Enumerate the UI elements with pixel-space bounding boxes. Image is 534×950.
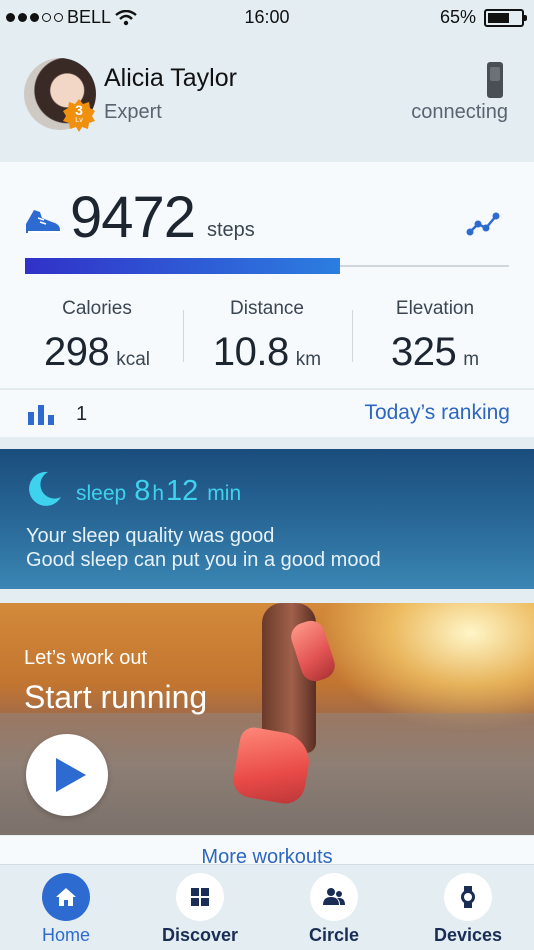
- elevation-stat: Elevation 325 m: [360, 298, 510, 375]
- bar-chart-icon: [28, 405, 54, 425]
- tab-discover[interactable]: Discover: [150, 873, 250, 946]
- status-bar: BELL 16:00 65%: [0, 0, 534, 36]
- tab-label: Home: [41, 925, 90, 945]
- trend-chart-icon[interactable]: [466, 212, 500, 236]
- divider: [352, 310, 353, 362]
- level-badge: 3 Lv: [62, 98, 96, 132]
- stat-label: Elevation: [395, 298, 475, 319]
- tab-home[interactable]: Home: [16, 873, 116, 946]
- watch-icon: [461, 886, 475, 908]
- steps-value: 9472: [70, 185, 196, 250]
- sleep-mood-text: Good sleep can put you in a good mood: [26, 549, 381, 571]
- stat-label: Calories: [62, 298, 132, 319]
- tab-circle[interactable]: Circle: [284, 873, 384, 946]
- tab-icon-circle: [444, 873, 492, 921]
- stat-value: 10.8: [212, 330, 289, 374]
- sleep-minutes: 12: [166, 475, 199, 507]
- people-icon: [323, 888, 345, 905]
- user-name: Alicia Taylor: [104, 64, 237, 92]
- tab-label: Circle: [308, 925, 360, 945]
- stat-unit: km: [295, 349, 322, 370]
- ranking-position: 1: [76, 403, 88, 425]
- workout-title: Start running: [24, 679, 208, 715]
- tab-bar: Home Discover Circle Devices: [0, 864, 534, 950]
- steps-card: 9472 steps Calories 298 kcal Distance 10…: [0, 162, 534, 388]
- ranking-row[interactable]: 1 Today’s ranking: [0, 389, 534, 437]
- distance-stat: Distance 10.8 km: [187, 298, 347, 375]
- battery-info: 65%: [439, 7, 527, 28]
- battery-percent: 65%: [439, 7, 476, 27]
- tab-devices[interactable]: Devices: [418, 873, 518, 946]
- tab-icon-circle: [176, 873, 224, 921]
- steps-progress-fill: [25, 258, 340, 274]
- todays-ranking-link[interactable]: Today’s ranking: [364, 401, 510, 425]
- workout-card[interactable]: Let’s work out Start running: [0, 603, 534, 835]
- play-button[interactable]: [26, 734, 108, 816]
- calories-stat: Calories 298 kcal: [17, 298, 177, 375]
- home-icon: [56, 888, 76, 906]
- steps-unit: steps: [207, 219, 255, 241]
- sleep-quality-text: Your sleep quality was good: [26, 525, 275, 547]
- more-workouts-link[interactable]: More workouts: [0, 836, 534, 864]
- moon-icon: [29, 471, 61, 506]
- play-icon: [56, 758, 86, 792]
- sleep-card[interactable]: sleep 8 h 12 min Your sleep quality was …: [0, 449, 534, 589]
- sleep-hours: 8: [134, 475, 151, 507]
- level-number: 3: [75, 102, 83, 118]
- stat-unit: kcal: [116, 349, 151, 370]
- tab-label: Discover: [161, 925, 239, 945]
- battery-icon: [484, 8, 527, 27]
- stat-value: 298: [43, 330, 110, 374]
- stat-unit: m: [463, 349, 480, 370]
- tab-icon-circle: [42, 873, 90, 921]
- battery-level: [488, 12, 509, 23]
- sleep-hours-unit: h: [152, 482, 165, 505]
- stat-label: Distance: [230, 298, 304, 319]
- sleep-label: sleep: [76, 482, 127, 505]
- sleep-minutes-unit: min: [207, 482, 242, 505]
- level-label: Lv: [75, 117, 83, 124]
- shoe-icon: [26, 210, 60, 233]
- user-rank: Expert: [104, 101, 162, 123]
- grid-icon: [191, 888, 209, 906]
- profile-header: 3 Lv Alicia Taylor Expert connecting: [0, 36, 534, 162]
- device-status: connecting: [411, 101, 508, 123]
- stat-value: 325: [390, 330, 457, 374]
- sleep-summary: sleep 8 h 12 min: [76, 475, 241, 508]
- divider: [183, 310, 184, 362]
- workout-subtitle: Let’s work out: [24, 647, 148, 669]
- tab-icon-circle: [310, 873, 358, 921]
- fitness-band-icon[interactable]: [487, 62, 503, 98]
- tab-label: Devices: [433, 925, 503, 945]
